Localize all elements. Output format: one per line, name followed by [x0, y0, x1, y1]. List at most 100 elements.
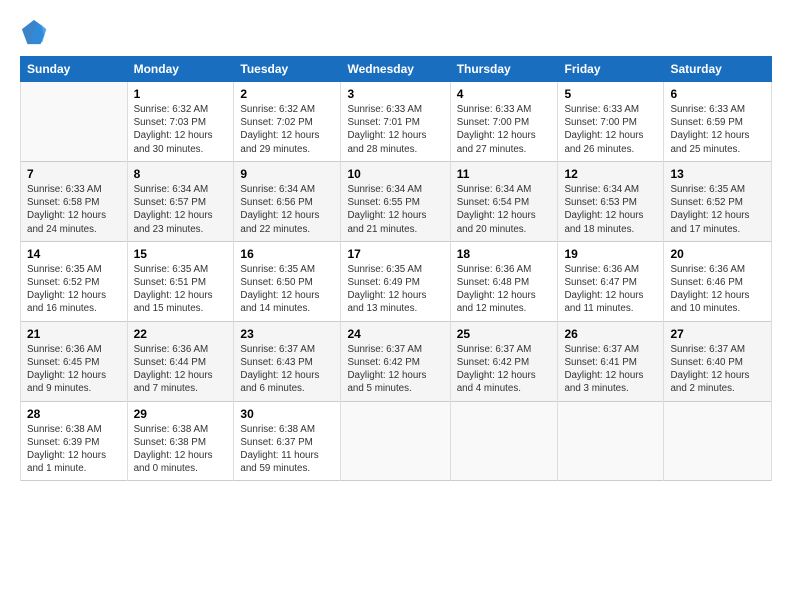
header — [20, 18, 772, 46]
day-cell: 1 Sunrise: 6:32 AM Sunset: 7:03 PM Daylig… — [127, 82, 234, 162]
day-cell: 30 Sunrise: 6:38 AM Sunset: 6:37 PM Dayli… — [234, 401, 341, 481]
day-cell: 24Sunrise: 6:37 AM Sunset: 6:42 PM Dayli… — [341, 321, 450, 401]
day-cell — [341, 401, 450, 481]
day-info: Sunrise: 6:32 AM Sunset: 7:03 PM Dayligh… — [134, 103, 228, 156]
day-number: 14 — [27, 247, 121, 261]
day-number: 13 — [670, 167, 765, 181]
day-number: 10 — [347, 167, 443, 181]
col-tuesday: Tuesday — [234, 57, 341, 82]
day-info: Sunrise: 6:38 AM Sunset: 6:39 PM Dayligh… — [27, 423, 121, 476]
day-info: Sunrise: 6:36 AM Sunset: 6:44 PM Dayligh… — [134, 343, 228, 396]
day-number: 29 — [134, 407, 228, 421]
day-cell: 25Sunrise: 6:37 AM Sunset: 6:42 PM Dayli… — [450, 321, 558, 401]
week-row-5: 28 Sunrise: 6:38 AM Sunset: 6:39 PM Dayli… — [21, 401, 772, 481]
day-cell: 6 Sunrise: 6:33 AM Sunset: 6:59 PM Daylig… — [664, 82, 772, 162]
day-number: 3 — [347, 87, 443, 101]
day-number: 21 — [27, 327, 121, 341]
logo-icon — [20, 18, 48, 46]
day-info: Sunrise: 6:34 AM Sunset: 6:53 PM Dayligh… — [564, 183, 657, 236]
week-row-3: 14Sunrise: 6:35 AM Sunset: 6:52 PM Dayli… — [21, 241, 772, 321]
day-info: Sunrise: 6:33 AM Sunset: 7:01 PM Dayligh… — [347, 103, 443, 156]
day-cell: 21 Sunrise: 6:36 AM Sunset: 6:45 PM Dayli… — [21, 321, 128, 401]
day-cell: 4Sunrise: 6:33 AM Sunset: 7:00 PM Daylig… — [450, 82, 558, 162]
day-info: Sunrise: 6:32 AM Sunset: 7:02 PM Dayligh… — [240, 103, 334, 156]
day-number: 27 — [670, 327, 765, 341]
header-row: Sunday Monday Tuesday Wednesday Thursday… — [21, 57, 772, 82]
col-wednesday: Wednesday — [341, 57, 450, 82]
week-row-1: 1 Sunrise: 6:32 AM Sunset: 7:03 PM Daylig… — [21, 82, 772, 162]
day-number: 19 — [564, 247, 657, 261]
day-number: 18 — [457, 247, 552, 261]
day-info: Sunrise: 6:34 AM Sunset: 6:54 PM Dayligh… — [457, 183, 552, 236]
col-thursday: Thursday — [450, 57, 558, 82]
day-cell: 20 Sunrise: 6:36 AM Sunset: 6:46 PM Dayli… — [664, 241, 772, 321]
day-number: 28 — [27, 407, 121, 421]
day-info: Sunrise: 6:33 AM Sunset: 6:59 PM Dayligh… — [670, 103, 765, 156]
day-cell: 11 Sunrise: 6:34 AM Sunset: 6:54 PM Dayli… — [450, 161, 558, 241]
col-sunday: Sunday — [21, 57, 128, 82]
day-number: 8 — [134, 167, 228, 181]
day-number: 20 — [670, 247, 765, 261]
day-cell: 27 Sunrise: 6:37 AM Sunset: 6:40 PM Dayli… — [664, 321, 772, 401]
day-cell: 28 Sunrise: 6:38 AM Sunset: 6:39 PM Dayli… — [21, 401, 128, 481]
day-number: 12 — [564, 167, 657, 181]
day-number: 26 — [564, 327, 657, 341]
day-cell: 17 Sunrise: 6:35 AM Sunset: 6:49 PM Dayli… — [341, 241, 450, 321]
day-info: Sunrise: 6:37 AM Sunset: 6:42 PM Dayligh… — [347, 343, 443, 396]
day-cell: 14Sunrise: 6:35 AM Sunset: 6:52 PM Dayli… — [21, 241, 128, 321]
week-row-4: 21 Sunrise: 6:36 AM Sunset: 6:45 PM Dayli… — [21, 321, 772, 401]
day-info: Sunrise: 6:37 AM Sunset: 6:40 PM Dayligh… — [670, 343, 765, 396]
week-row-2: 7 Sunrise: 6:33 AM Sunset: 6:58 PM Daylig… — [21, 161, 772, 241]
day-cell — [664, 401, 772, 481]
day-info: Sunrise: 6:35 AM Sunset: 6:50 PM Dayligh… — [240, 263, 334, 316]
day-number: 17 — [347, 247, 443, 261]
page: Sunday Monday Tuesday Wednesday Thursday… — [0, 0, 792, 612]
day-number: 6 — [670, 87, 765, 101]
day-cell: 19 Sunrise: 6:36 AM Sunset: 6:47 PM Dayli… — [558, 241, 664, 321]
day-info: Sunrise: 6:34 AM Sunset: 6:55 PM Dayligh… — [347, 183, 443, 236]
day-cell: 13 Sunrise: 6:35 AM Sunset: 6:52 PM Dayli… — [664, 161, 772, 241]
col-friday: Friday — [558, 57, 664, 82]
day-cell: 23 Sunrise: 6:37 AM Sunset: 6:43 PM Dayli… — [234, 321, 341, 401]
day-number: 9 — [240, 167, 334, 181]
day-info: Sunrise: 6:33 AM Sunset: 7:00 PM Dayligh… — [564, 103, 657, 156]
day-info: Sunrise: 6:34 AM Sunset: 6:56 PM Dayligh… — [240, 183, 334, 236]
day-number: 1 — [134, 87, 228, 101]
day-cell: 22 Sunrise: 6:36 AM Sunset: 6:44 PM Dayli… — [127, 321, 234, 401]
day-info: Sunrise: 6:35 AM Sunset: 6:51 PM Dayligh… — [134, 263, 228, 316]
day-cell: 7 Sunrise: 6:33 AM Sunset: 6:58 PM Daylig… — [21, 161, 128, 241]
day-info: Sunrise: 6:34 AM Sunset: 6:57 PM Dayligh… — [134, 183, 228, 236]
day-info: Sunrise: 6:36 AM Sunset: 6:45 PM Dayligh… — [27, 343, 121, 396]
calendar-header: Sunday Monday Tuesday Wednesday Thursday… — [21, 57, 772, 82]
day-info: Sunrise: 6:35 AM Sunset: 6:52 PM Dayligh… — [670, 183, 765, 236]
day-info: Sunrise: 6:36 AM Sunset: 6:47 PM Dayligh… — [564, 263, 657, 316]
calendar-body: 1 Sunrise: 6:32 AM Sunset: 7:03 PM Daylig… — [21, 82, 772, 481]
day-info: Sunrise: 6:36 AM Sunset: 6:48 PM Dayligh… — [457, 263, 552, 316]
day-number: 15 — [134, 247, 228, 261]
logo — [20, 18, 52, 46]
day-info: Sunrise: 6:36 AM Sunset: 6:46 PM Dayligh… — [670, 263, 765, 316]
day-cell: 12 Sunrise: 6:34 AM Sunset: 6:53 PM Dayli… — [558, 161, 664, 241]
calendar-table: Sunday Monday Tuesday Wednesday Thursday… — [20, 56, 772, 481]
day-number: 25 — [457, 327, 552, 341]
day-info: Sunrise: 6:33 AM Sunset: 6:58 PM Dayligh… — [27, 183, 121, 236]
day-number: 5 — [564, 87, 657, 101]
day-number: 22 — [134, 327, 228, 341]
day-info: Sunrise: 6:37 AM Sunset: 6:41 PM Dayligh… — [564, 343, 657, 396]
day-cell: 8 Sunrise: 6:34 AM Sunset: 6:57 PM Daylig… — [127, 161, 234, 241]
day-number: 11 — [457, 167, 552, 181]
day-cell — [450, 401, 558, 481]
day-number: 30 — [240, 407, 334, 421]
day-cell: 26 Sunrise: 6:37 AM Sunset: 6:41 PM Dayli… — [558, 321, 664, 401]
day-number: 7 — [27, 167, 121, 181]
day-info: Sunrise: 6:37 AM Sunset: 6:43 PM Dayligh… — [240, 343, 334, 396]
day-info: Sunrise: 6:38 AM Sunset: 6:37 PM Dayligh… — [240, 423, 334, 476]
col-saturday: Saturday — [664, 57, 772, 82]
day-cell: 3 Sunrise: 6:33 AM Sunset: 7:01 PM Daylig… — [341, 82, 450, 162]
day-cell: 2Sunrise: 6:32 AM Sunset: 7:02 PM Daylig… — [234, 82, 341, 162]
day-cell: 29Sunrise: 6:38 AM Sunset: 6:38 PM Dayli… — [127, 401, 234, 481]
day-cell: 10 Sunrise: 6:34 AM Sunset: 6:55 PM Dayli… — [341, 161, 450, 241]
day-cell: 5 Sunrise: 6:33 AM Sunset: 7:00 PM Daylig… — [558, 82, 664, 162]
day-info: Sunrise: 6:35 AM Sunset: 6:49 PM Dayligh… — [347, 263, 443, 316]
day-number: 23 — [240, 327, 334, 341]
